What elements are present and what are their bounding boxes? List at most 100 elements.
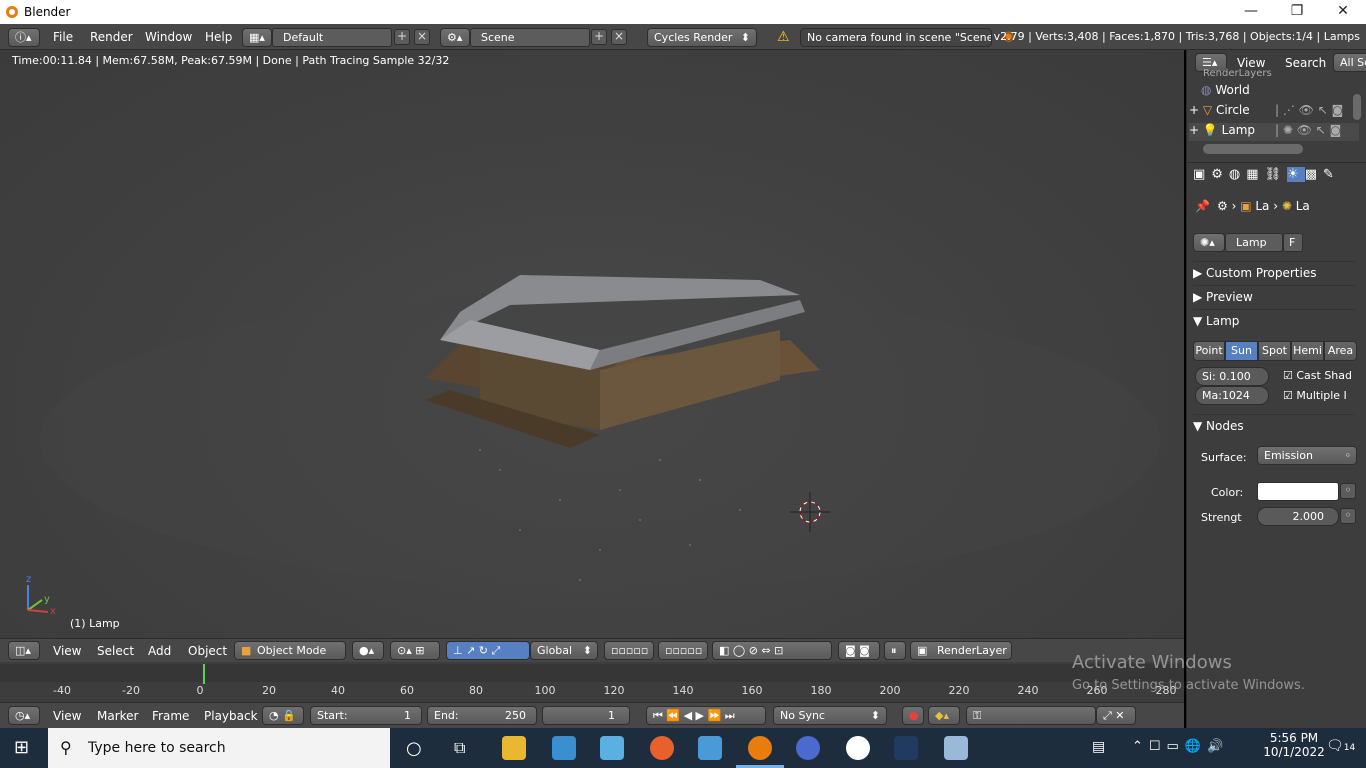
color-socket-icon[interactable]: ◦ <box>1340 483 1356 499</box>
app-icon-dolphin[interactable] <box>552 736 576 760</box>
news-icon[interactable]: ▤ <box>1092 739 1105 755</box>
menu-select[interactable]: Select <box>97 644 134 658</box>
record-icon[interactable]: ● <box>902 706 924 725</box>
shading-mode-icon[interactable]: ●▴ <box>352 641 384 660</box>
sun-size-field[interactable]: Si: 0.100 <box>1195 367 1269 386</box>
editor-type-info-icon[interactable]: ⓘ▴ <box>8 28 40 47</box>
snap-tool-icons[interactable]: ◧ ◯ ⊘ ⇔ ⊡ <box>712 641 832 660</box>
timeline[interactable]: -40 -20 0 20 40 60 80 100 120 140 160 180 200 220 240 2… <box>0 662 1184 702</box>
menu-view[interactable]: View <box>53 644 81 658</box>
sync-mode-select[interactable]: No Sync ⬍ <box>773 706 887 725</box>
screen-layout-field[interactable]: Default <box>272 28 392 47</box>
editor-type-timeline-icon[interactable]: ◷▴ <box>8 706 40 725</box>
menu-frame[interactable]: Frame <box>152 709 189 723</box>
lamp-type-point[interactable]: Point <box>1193 341 1225 361</box>
properties-context-tabs[interactable]: ▣⚙◍▦⛓☀▩✎ <box>1193 167 1340 182</box>
file-explorer-icon[interactable] <box>502 736 526 760</box>
menu-window[interactable]: Window <box>145 30 192 44</box>
windows-start-icon[interactable]: ⊞ <box>14 739 29 757</box>
outliner-item-world[interactable]: ◍ World <box>1201 83 1361 101</box>
outliner-item-circle[interactable]: + ▽ Circle | ⋰ 👁 ↖ ◙ <box>1189 103 1359 121</box>
add-scene-icon[interactable]: + <box>591 29 607 45</box>
app-icon-diamond[interactable] <box>698 736 722 760</box>
panel-custom-properties[interactable]: ▶ Custom Properties <box>1193 261 1355 283</box>
lamp-type-sun[interactable]: Sun <box>1225 341 1258 361</box>
interaction-mode-select[interactable]: Object Mode ■ <box>234 641 346 660</box>
remove-layout-icon[interactable]: × <box>414 29 430 45</box>
menu-playback[interactable]: Playback <box>204 709 258 723</box>
pin-icon[interactable]: 📌 <box>1195 199 1210 213</box>
menu-help[interactable]: Help <box>205 30 232 44</box>
scene-field[interactable]: Scene <box>470 28 590 47</box>
cast-shadow-checkbox[interactable]: ☑ Cast Shad <box>1283 369 1352 382</box>
menu-object[interactable]: Object <box>188 644 227 658</box>
strength-socket-icon[interactable]: ◦ <box>1340 508 1356 524</box>
pivot-snap-icons[interactable]: ⊙▴ ⊞ <box>390 641 440 660</box>
add-layout-icon[interactable]: + <box>394 29 410 45</box>
outliner-scrollbar-v[interactable] <box>1353 94 1361 120</box>
lamp-type-area[interactable]: Area <box>1324 341 1357 361</box>
notification-icon[interactable]: 🗨14 <box>1326 738 1355 754</box>
panel-preview[interactable]: ▶ Preview <box>1193 285 1355 307</box>
clock[interactable]: 5:56 PM 10/1/2022 <box>1262 731 1326 759</box>
pause-render-icon[interactable]: ⏸ <box>884 641 906 660</box>
timeline-track[interactable] <box>0 664 1184 682</box>
layer-buttons-b[interactable]: ▫▫▫▫▫ <box>658 641 708 660</box>
multiple-importance-checkbox[interactable]: ☑ Multiple I <box>1283 389 1347 402</box>
unreal-engine-icon[interactable] <box>846 736 870 760</box>
render-engine-select[interactable]: Cycles Render ⬍ <box>647 28 757 47</box>
blender-taskbar-icon[interactable] <box>748 736 772 760</box>
outliner-scrollbar-h[interactable] <box>1203 144 1303 154</box>
render-icons[interactable]: ◙ ◙ <box>838 641 880 660</box>
max-bounces-field[interactable]: Ma:1024 <box>1195 386 1269 405</box>
keying-set-field[interactable]: ⚿ <box>966 706 1096 725</box>
app-icon-paint[interactable] <box>944 736 968 760</box>
lamp-type-hemi[interactable]: Hemi <box>1291 341 1324 361</box>
start-frame-field[interactable]: Start: 1 <box>310 706 422 725</box>
render-layer-select[interactable]: RenderLayer ▣ <box>910 641 1012 660</box>
lamp-type-spot[interactable]: Spot <box>1258 341 1291 361</box>
layer-buttons-a[interactable]: ▫▫▫▫▫ <box>604 641 654 660</box>
panel-lamp[interactable]: ▼ Lamp <box>1193 309 1355 331</box>
color-swatch[interactable] <box>1257 482 1339 501</box>
properties-editor[interactable]: ▣⚙◍▦⛓☀▩✎ 📌 ⚙ › ▣ La › ✺ La ✺▴ Lamp F ▶ C… <box>1186 162 1366 728</box>
task-view-icon[interactable]: ⧉ <box>454 738 465 758</box>
close-button[interactable]: ✕ <box>1320 0 1366 24</box>
menu-render[interactable]: Render <box>90 30 133 44</box>
range-lock-icons[interactable]: ◔ 🔒 <box>262 706 304 725</box>
scene-icon[interactable]: ⚙▴ <box>440 28 470 47</box>
panel-nodes[interactable]: ▼ Nodes <box>1193 414 1355 436</box>
menu-outliner-search[interactable]: Search <box>1285 56 1326 70</box>
current-frame-field[interactable]: 1 <box>542 706 630 725</box>
end-frame-field[interactable]: End: 250 <box>427 706 537 725</box>
menu-tl-view[interactable]: View <box>53 709 81 723</box>
current-frame-marker[interactable] <box>203 664 205 684</box>
remove-scene-icon[interactable]: × <box>611 29 627 45</box>
app-icon-blue[interactable] <box>796 736 820 760</box>
firefox-icon[interactable] <box>650 736 674 760</box>
strength-field[interactable]: 2.000 <box>1257 507 1339 526</box>
playback-controls[interactable]: ⏮ ⏪ ◀ ▶ ⏩ ⏭ <box>646 706 766 725</box>
keyframe-insert-icons[interactable]: ⤢ ✕ <box>1096 706 1136 725</box>
lamp-datablock-field[interactable]: Lamp <box>1225 233 1283 252</box>
fake-user-button[interactable]: F <box>1283 233 1303 252</box>
menu-marker[interactable]: Marker <box>97 709 138 723</box>
menu-file[interactable]: File <box>53 30 73 44</box>
menu-add[interactable]: Add <box>148 644 171 658</box>
editor-type-3d-icon[interactable]: ◫▴ <box>8 641 40 660</box>
lamp-data-browse-icon[interactable]: ✺▴ <box>1193 233 1225 252</box>
keying-icon[interactable]: ◆▴ <box>928 706 960 725</box>
app-icon-network[interactable] <box>600 736 624 760</box>
taskbar-search[interactable]: ⚲ Type here to search <box>48 728 390 768</box>
system-tray-icons[interactable]: ⌃☐▭🌐🔊 <box>1132 739 1229 754</box>
cortana-icon[interactable]: ○ <box>406 738 422 759</box>
maximize-button[interactable]: ❐ <box>1274 0 1320 24</box>
outliner-item-renderlayers[interactable]: RenderLayers <box>1203 68 1272 80</box>
manipulator-icons[interactable]: ⊥ ↗ ↻ ⤢ <box>446 641 530 660</box>
app-icon-dark[interactable] <box>894 736 918 760</box>
3d-viewport[interactable]: Time:00:11.84 | Mem:67.58M, Peak:67.59M … <box>0 50 1184 638</box>
outliner[interactable]: ☰▴ View Search All Sc RenderLayers ◍ Wor… <box>1186 50 1366 162</box>
transform-orientation-select[interactable]: Global ⬍ <box>530 641 598 660</box>
screen-layout-icon[interactable]: ▦▴ <box>242 28 272 47</box>
minimize-button[interactable]: — <box>1228 0 1274 24</box>
